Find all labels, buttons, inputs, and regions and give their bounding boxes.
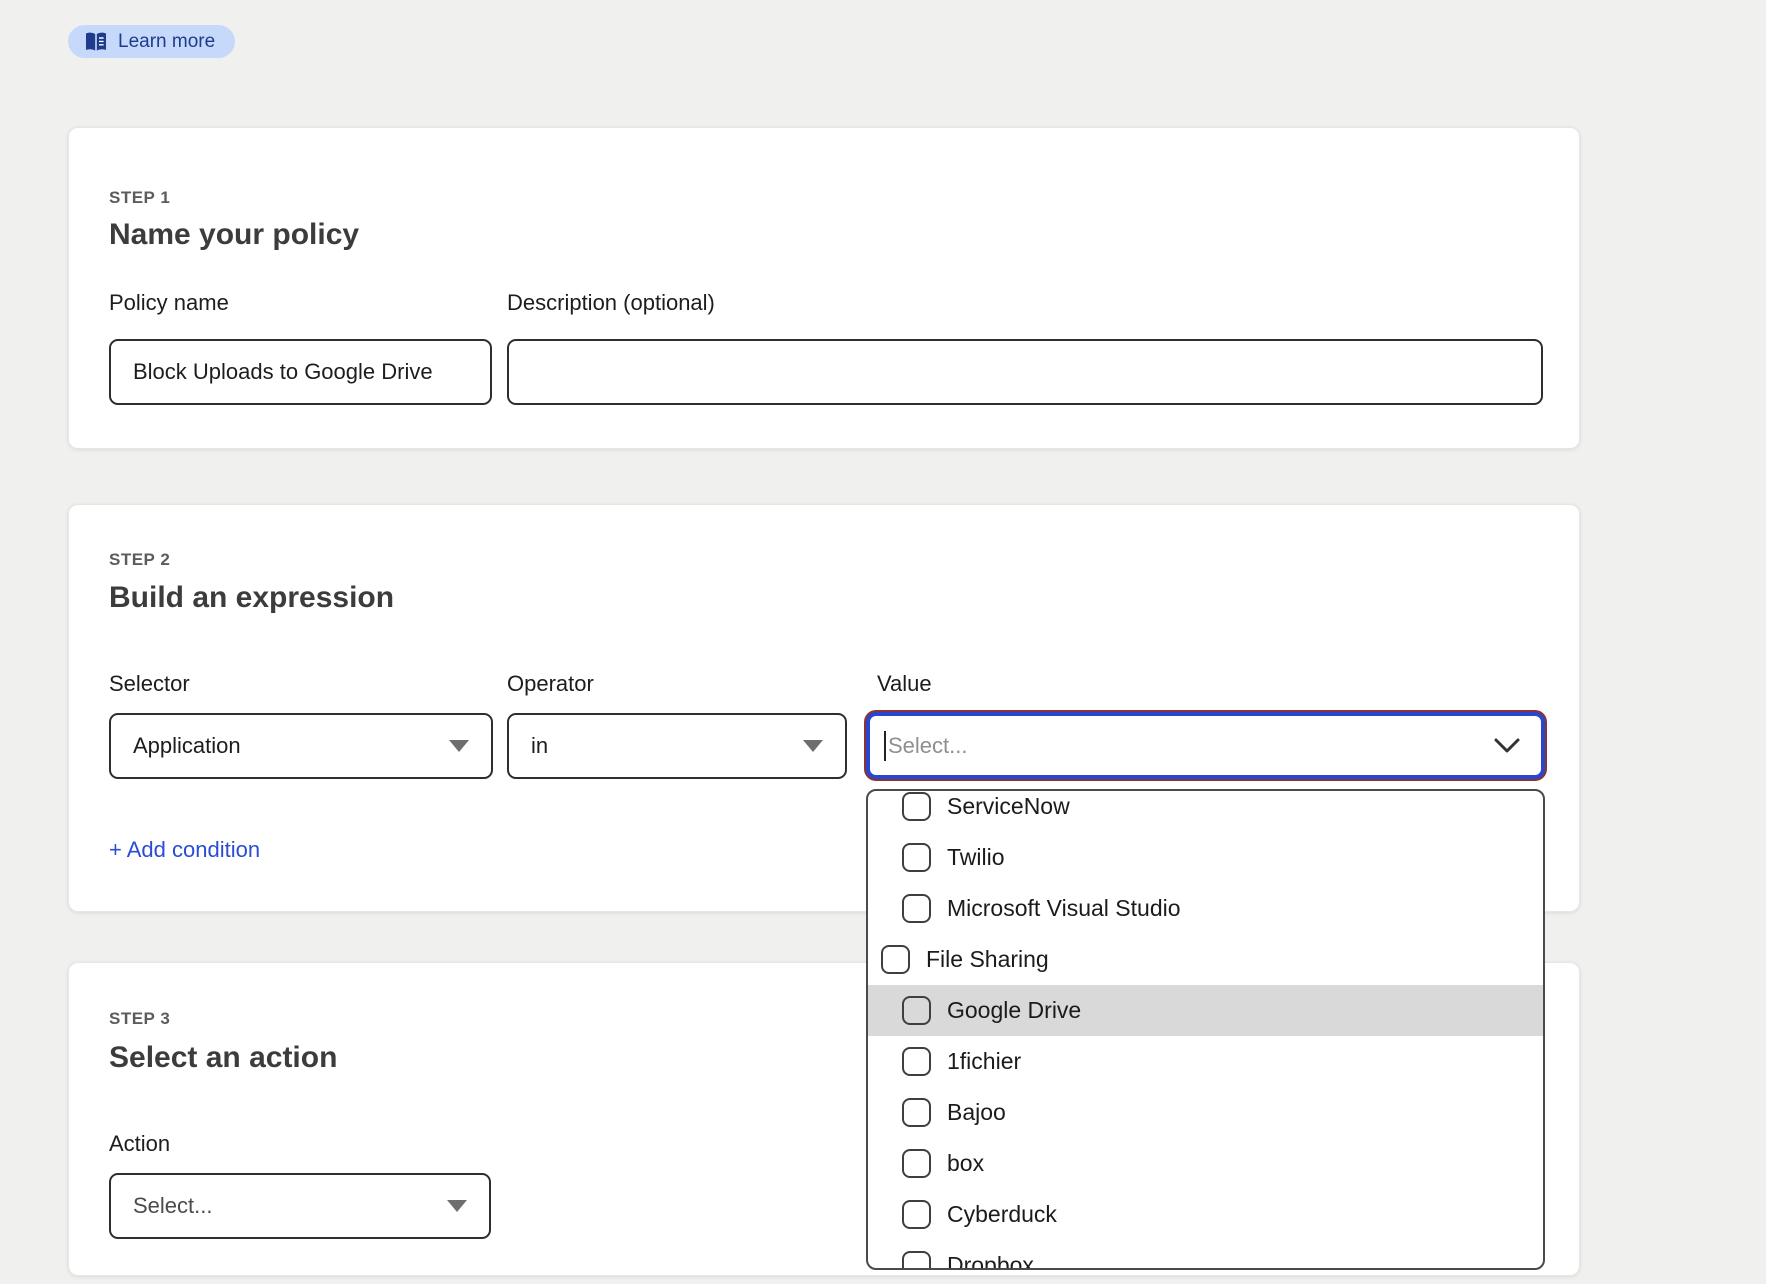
option-label: box xyxy=(947,1150,984,1177)
checkbox-icon[interactable] xyxy=(902,1200,931,1229)
caret-down-icon xyxy=(803,740,823,752)
policy-name-value: Block Uploads to Google Drive xyxy=(133,359,433,385)
description-label: Description (optional) xyxy=(507,290,715,316)
dropdown-option-dropbox[interactable]: Dropbox xyxy=(868,1240,1543,1270)
policy-name-label: Policy name xyxy=(109,290,229,316)
learn-more-button[interactable]: Learn more xyxy=(68,25,235,58)
caret-down-icon xyxy=(447,1200,467,1212)
step3-label: STEP 3 xyxy=(109,1009,170,1029)
description-input[interactable] xyxy=(507,339,1543,405)
operator-label: Operator xyxy=(507,671,594,697)
option-label: ServiceNow xyxy=(947,793,1070,820)
chevron-down-icon xyxy=(1493,737,1521,754)
add-condition-link[interactable]: + Add condition xyxy=(109,837,260,863)
checkbox-icon[interactable] xyxy=(902,1149,931,1178)
selector-select[interactable]: Application xyxy=(109,713,493,779)
checkbox-icon[interactable] xyxy=(902,1047,931,1076)
step1-title: Name your policy xyxy=(109,218,359,252)
action-select[interactable]: Select... xyxy=(109,1173,491,1239)
dropdown-option-google-drive[interactable]: Google Drive xyxy=(868,985,1543,1036)
operator-value: in xyxy=(531,733,548,759)
step2-title: Build an expression xyxy=(109,581,394,615)
action-label: Action xyxy=(109,1131,170,1157)
option-label: Dropbox xyxy=(947,1252,1034,1270)
option-label: Microsoft Visual Studio xyxy=(947,895,1181,922)
text-cursor xyxy=(884,731,886,761)
dropdown-option-cyberduck[interactable]: Cyberduck xyxy=(868,1189,1543,1240)
value-dropdown-panel: ServiceNow Twilio Microsoft Visual Studi… xyxy=(866,789,1545,1270)
dropdown-option-microsoft-visual-studio[interactable]: Microsoft Visual Studio xyxy=(868,883,1543,934)
dropdown-option-servicenow[interactable]: ServiceNow xyxy=(868,789,1543,832)
policy-name-input[interactable]: Block Uploads to Google Drive xyxy=(109,339,492,405)
checkbox-icon[interactable] xyxy=(902,843,931,872)
checkbox-icon[interactable] xyxy=(902,792,931,821)
step1-label: STEP 1 xyxy=(109,188,170,208)
step2-label: STEP 2 xyxy=(109,550,170,570)
option-label: Bajoo xyxy=(947,1099,1006,1126)
dropdown-option-twilio[interactable]: Twilio xyxy=(868,832,1543,883)
checkbox-icon[interactable] xyxy=(902,1098,931,1127)
value-dropdown-list: ServiceNow Twilio Microsoft Visual Studi… xyxy=(868,789,1543,1270)
value-placeholder: Select... xyxy=(888,733,1493,759)
option-label: 1fichier xyxy=(947,1048,1021,1075)
option-label: Twilio xyxy=(947,844,1005,871)
option-label: Cyberduck xyxy=(947,1201,1057,1228)
checkbox-icon[interactable] xyxy=(902,996,931,1025)
option-label: Google Drive xyxy=(947,997,1081,1024)
dropdown-group-file-sharing[interactable]: File Sharing xyxy=(868,934,1543,985)
selector-label: Selector xyxy=(109,671,190,697)
caret-down-icon xyxy=(449,740,469,752)
checkbox-icon[interactable] xyxy=(881,945,910,974)
checkbox-icon[interactable] xyxy=(902,894,931,923)
dropdown-option-bajoo[interactable]: Bajoo xyxy=(868,1087,1543,1138)
operator-select[interactable]: in xyxy=(507,713,847,779)
value-combobox[interactable]: Select... xyxy=(866,712,1545,779)
policy-builder-page: Learn more STEP 1 Name your policy Polic… xyxy=(0,0,1766,1284)
action-placeholder: Select... xyxy=(133,1193,212,1219)
dropdown-option-box[interactable]: box xyxy=(868,1138,1543,1189)
book-icon xyxy=(84,32,108,52)
checkbox-icon[interactable] xyxy=(902,1251,931,1270)
option-label: File Sharing xyxy=(926,946,1049,973)
learn-more-label: Learn more xyxy=(118,31,215,53)
selector-value: Application xyxy=(133,733,241,759)
value-label: Value xyxy=(877,671,932,697)
dropdown-option-1fichier[interactable]: 1fichier xyxy=(868,1036,1543,1087)
step1-card: STEP 1 Name your policy Policy name Desc… xyxy=(68,127,1580,449)
step3-title: Select an action xyxy=(109,1041,337,1075)
